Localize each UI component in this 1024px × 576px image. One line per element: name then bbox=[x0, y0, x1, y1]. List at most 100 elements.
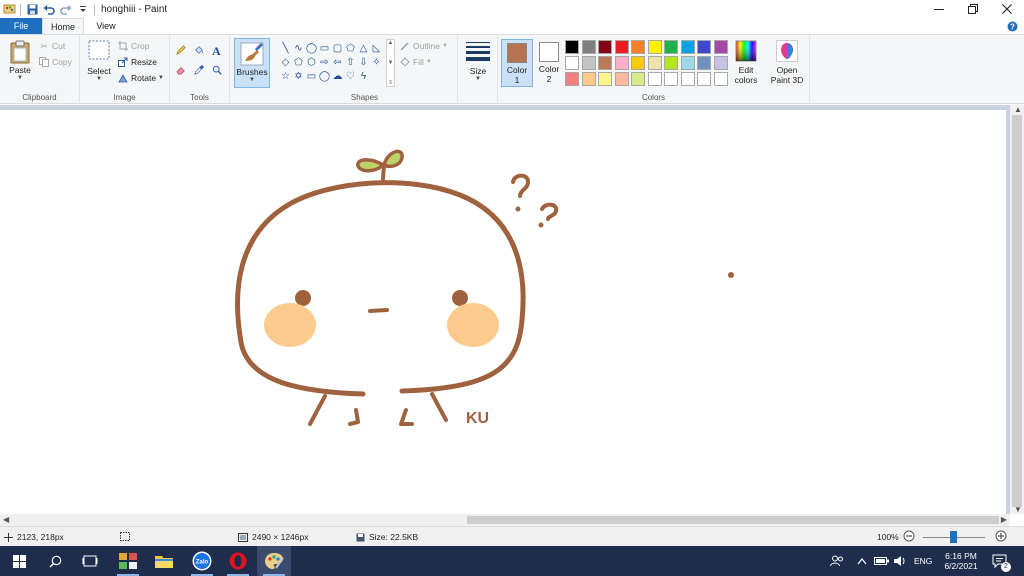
customize-quick-access-icon[interactable] bbox=[76, 2, 90, 16]
vertical-scrollbar[interactable]: ▲ ▼ bbox=[1010, 105, 1024, 514]
palette-swatch[interactable] bbox=[647, 72, 662, 86]
palette-swatch[interactable] bbox=[647, 56, 662, 70]
six-point-star-shape-icon[interactable]: ✡ bbox=[292, 69, 305, 83]
right-arrow-shape-icon[interactable]: ⇨ bbox=[318, 55, 331, 69]
copy-button[interactable]: Copy bbox=[39, 57, 72, 67]
callout-rectangle-shape-icon[interactable]: ▭ bbox=[305, 69, 318, 83]
fill-tool[interactable] bbox=[194, 45, 207, 55]
palette-swatch[interactable] bbox=[713, 72, 728, 86]
more-shapes-icon[interactable]: ≡ bbox=[389, 80, 393, 86]
tab-view[interactable]: View bbox=[86, 18, 126, 34]
palette-swatch[interactable] bbox=[680, 72, 695, 86]
taskbar-paint[interactable] bbox=[257, 546, 291, 576]
palette-swatch[interactable] bbox=[614, 72, 629, 86]
rectangle-shape-icon[interactable]: ▭ bbox=[318, 41, 331, 55]
zoom-out-button[interactable] bbox=[903, 530, 915, 542]
palette-swatch[interactable] bbox=[680, 56, 695, 70]
palette-swatch[interactable] bbox=[697, 72, 711, 86]
close-button[interactable] bbox=[990, 0, 1024, 18]
palette-swatch[interactable] bbox=[614, 56, 629, 70]
taskbar-app-photos[interactable] bbox=[111, 546, 145, 576]
eraser-tool[interactable] bbox=[176, 65, 189, 75]
five-point-star-shape-icon[interactable]: ☆ bbox=[279, 69, 292, 83]
taskbar-opera[interactable] bbox=[221, 546, 255, 576]
paste-button[interactable]: Paste ▼ bbox=[7, 40, 33, 81]
text-tool-icon[interactable]: A bbox=[212, 44, 221, 59]
language-indicator[interactable]: ENG bbox=[914, 546, 932, 576]
palette-swatch[interactable] bbox=[713, 56, 728, 70]
palette-swatch[interactable] bbox=[713, 40, 728, 54]
up-arrow-shape-icon[interactable]: ⇧ bbox=[344, 55, 357, 69]
chevron-up-icon[interactable]: ▲ bbox=[388, 40, 394, 46]
color-picker-tool[interactable] bbox=[194, 65, 207, 75]
start-button[interactable] bbox=[2, 546, 36, 576]
scroll-right-icon[interactable]: ▶ bbox=[1001, 515, 1007, 524]
palette-swatch[interactable] bbox=[581, 40, 596, 54]
horizontal-scroll-thumb[interactable] bbox=[467, 516, 999, 524]
notifications-button[interactable]: 2 bbox=[990, 546, 1011, 576]
tab-home[interactable]: Home bbox=[42, 18, 84, 34]
size-button[interactable]: Size ▼ bbox=[464, 41, 492, 82]
open-paint3d-button[interactable]: Open Paint 3D bbox=[768, 40, 806, 85]
palette-swatch[interactable] bbox=[598, 72, 612, 86]
zoom-in-button[interactable] bbox=[995, 530, 1007, 542]
triangle-shape-icon[interactable]: △ bbox=[357, 41, 370, 55]
tab-file[interactable]: File bbox=[0, 18, 42, 34]
magnifier-tool[interactable] bbox=[212, 65, 225, 75]
clock[interactable]: 6:16 PM 6/2/2021 bbox=[941, 546, 981, 576]
brushes-button[interactable]: Brushes ▼ bbox=[234, 38, 270, 88]
cut-button[interactable]: ✂ Cut bbox=[39, 41, 65, 52]
palette-swatch[interactable] bbox=[631, 56, 645, 70]
vertical-scroll-thumb[interactable] bbox=[1012, 115, 1022, 507]
fill-button[interactable]: Fill ▼ bbox=[400, 57, 432, 67]
redo-icon[interactable] bbox=[59, 2, 73, 16]
scroll-left-icon[interactable]: ◀ bbox=[3, 515, 9, 524]
show-hidden-icons-button[interactable] bbox=[857, 546, 867, 576]
pentagon-shape-icon[interactable]: ⬠ bbox=[292, 55, 305, 69]
palette-swatch[interactable] bbox=[598, 56, 612, 70]
palette-swatch[interactable] bbox=[598, 40, 612, 54]
save-icon[interactable] bbox=[25, 2, 39, 16]
palette-swatch[interactable] bbox=[664, 72, 678, 86]
palette-swatch[interactable] bbox=[565, 40, 579, 54]
crop-button[interactable]: Crop bbox=[118, 41, 149, 51]
zoom-slider-thumb[interactable] bbox=[950, 531, 957, 543]
undo-icon[interactable] bbox=[42, 2, 56, 16]
palette-swatch[interactable] bbox=[664, 40, 678, 54]
palette-swatch[interactable] bbox=[647, 40, 662, 54]
color1-selector[interactable]: Color 1 bbox=[501, 39, 533, 87]
palette-swatch[interactable] bbox=[631, 72, 645, 86]
battery-button[interactable] bbox=[874, 546, 890, 576]
curve-shape-icon[interactable]: ∿ bbox=[292, 41, 305, 55]
lightning-shape-icon[interactable]: ϟ bbox=[357, 69, 370, 83]
palette-swatch[interactable] bbox=[565, 56, 579, 70]
scroll-down-icon[interactable]: ▼ bbox=[1014, 505, 1022, 514]
left-arrow-shape-icon[interactable]: ⇦ bbox=[331, 55, 344, 69]
people-button[interactable] bbox=[830, 546, 844, 576]
rounded-rectangle-shape-icon[interactable]: ▢ bbox=[331, 41, 344, 55]
edit-colors-button[interactable]: Edit colors bbox=[730, 40, 762, 85]
restore-button[interactable] bbox=[956, 0, 990, 18]
color2-selector[interactable]: Color 2 bbox=[533, 39, 565, 87]
chevron-down-icon[interactable]: ▼ bbox=[388, 60, 394, 66]
shapes-scrollbar[interactable]: ▲ ▼ ≡ bbox=[386, 39, 395, 87]
palette-swatch[interactable] bbox=[680, 40, 695, 54]
select-button[interactable]: Select ▼ bbox=[86, 40, 112, 82]
palette-swatch[interactable] bbox=[697, 56, 711, 70]
palette-swatch[interactable] bbox=[581, 56, 596, 70]
palette-swatch[interactable] bbox=[614, 40, 629, 54]
line-shape-icon[interactable]: ╲ bbox=[279, 41, 292, 55]
paint-app-icon[interactable] bbox=[2, 2, 16, 16]
down-arrow-shape-icon[interactable]: ⇩ bbox=[357, 55, 370, 69]
diamond-shape-icon[interactable]: ◇ bbox=[279, 55, 292, 69]
oval-shape-icon[interactable]: ◯ bbox=[305, 41, 318, 55]
palette-swatch[interactable] bbox=[631, 40, 645, 54]
resize-button[interactable]: Resize bbox=[118, 57, 157, 67]
polygon-shape-icon[interactable]: ⬠ bbox=[344, 41, 357, 55]
callout-cloud-shape-icon[interactable]: ☁ bbox=[331, 69, 344, 83]
outline-button[interactable]: Outline ▼ bbox=[400, 41, 448, 51]
help-icon[interactable]: ? bbox=[1000, 18, 1024, 34]
taskbar-zalo[interactable]: Zalo bbox=[185, 546, 219, 576]
four-point-star-shape-icon[interactable]: ✧ bbox=[370, 55, 383, 69]
palette-swatch[interactable] bbox=[664, 56, 678, 70]
